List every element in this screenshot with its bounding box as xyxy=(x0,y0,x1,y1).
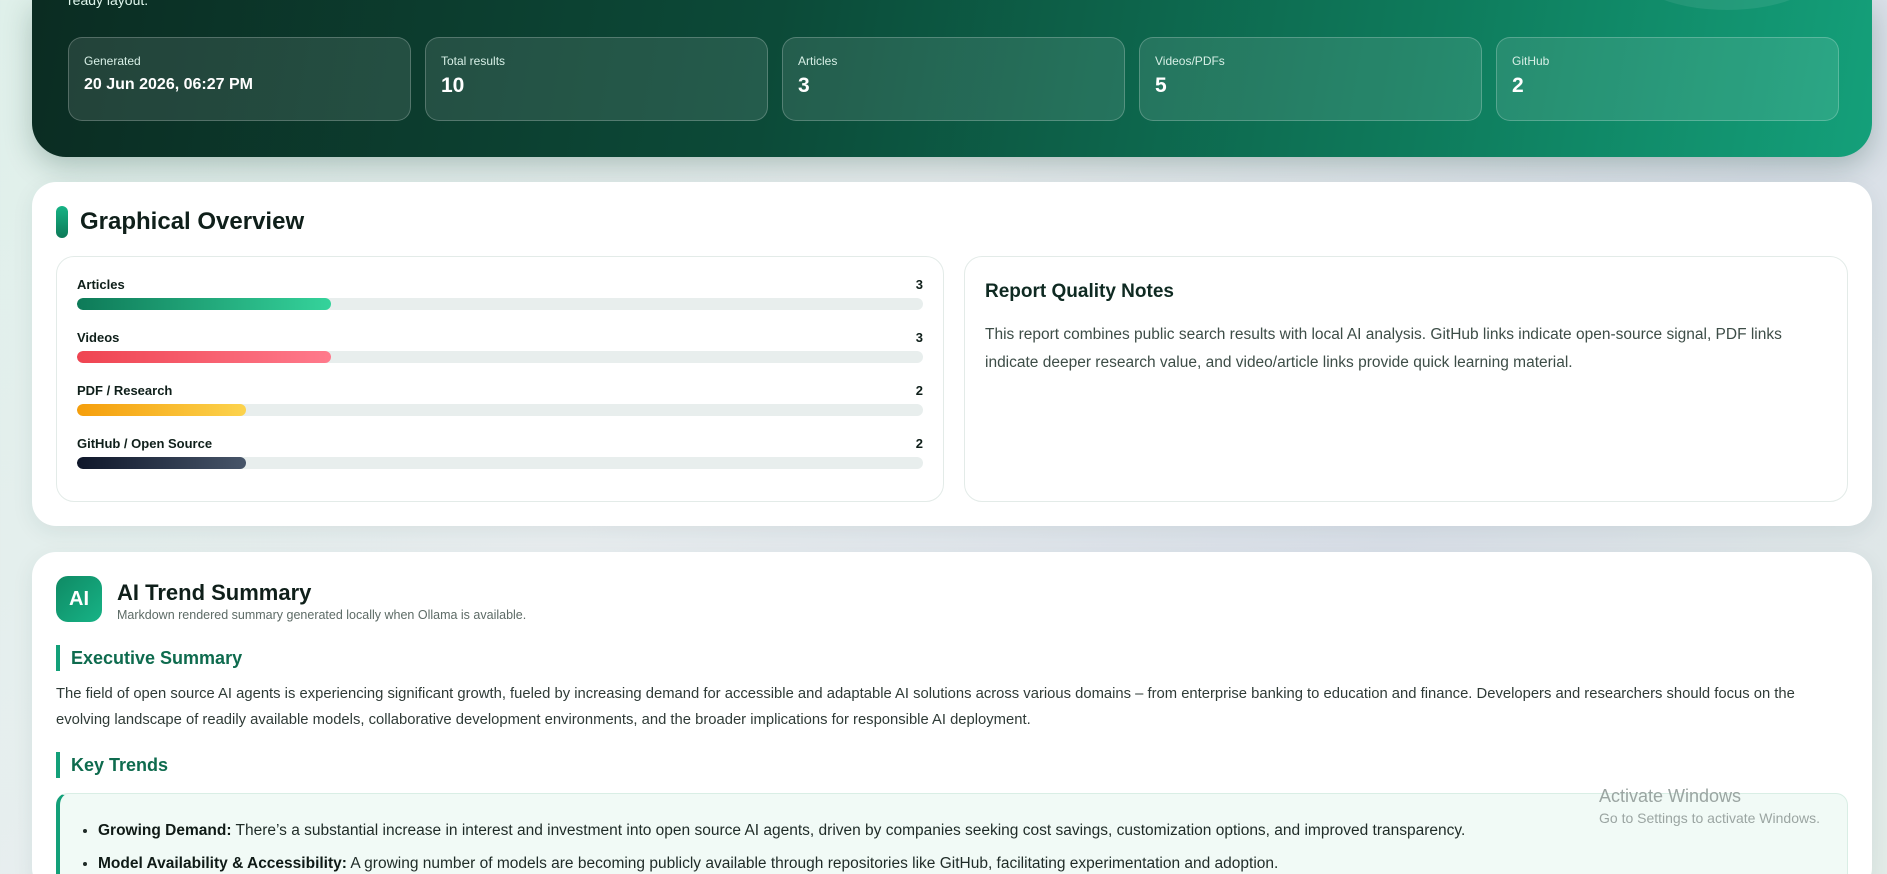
stat-card-videos-pdfs: Videos/PDFs 5 xyxy=(1139,37,1482,121)
stat-label: GitHub xyxy=(1512,54,1550,68)
stat-value: 3 xyxy=(798,74,810,97)
stat-label: Videos/PDFs xyxy=(1155,54,1225,68)
ai-badge-icon: AI xyxy=(56,576,102,622)
bar-label: Articles xyxy=(77,277,125,292)
bar-count: 2 xyxy=(915,383,923,398)
bar-fill-articles xyxy=(77,298,331,310)
hero-decoration xyxy=(1622,0,1832,10)
stat-label: Articles xyxy=(798,54,838,68)
stat-card-total-results: Total results 10 xyxy=(425,37,768,121)
bar-fill-pdf-research xyxy=(77,404,247,416)
bar-track xyxy=(77,298,923,310)
accent-bar xyxy=(56,206,68,238)
trend-text: A growing number of models are becoming … xyxy=(346,855,1279,872)
bar-fill-videos xyxy=(77,351,331,363)
report-hero: ready layout. Generated 20 Jun 2026, 06:… xyxy=(32,0,1872,157)
stat-value: 20 Jun 2026, 06:27 PM xyxy=(84,76,253,93)
executive-summary-heading: Executive Summary xyxy=(56,645,242,671)
stats-row: Generated 20 Jun 2026, 06:27 PM Total re… xyxy=(68,37,1839,121)
bar-label: GitHub / Open Source xyxy=(77,436,213,451)
executive-summary-text: The field of open source AI agents is ex… xyxy=(56,686,1795,728)
key-trends-heading: Key Trends xyxy=(56,752,168,778)
ai-trend-summary-panel: AI AI Trend Summary Markdown rendered su… xyxy=(32,552,1872,874)
bar-count: 3 xyxy=(915,277,923,292)
key-trends-list: Growing Demand: There’s a substantial in… xyxy=(56,793,1848,874)
bar-label: Videos xyxy=(77,330,120,345)
bar-count: 2 xyxy=(915,436,923,451)
bar-count: 3 xyxy=(915,330,923,345)
section-title: Graphical Overview xyxy=(80,208,305,235)
watermark-subtitle: Go to Settings to activate Windows. xyxy=(1599,810,1820,826)
stat-card-github: GitHub 2 xyxy=(1496,37,1839,121)
bar-label: PDF / Research xyxy=(77,383,173,398)
list-item: Growing Demand: There’s a substantial in… xyxy=(98,814,1827,847)
stat-card-generated: Generated 20 Jun 2026, 06:27 PM xyxy=(68,37,411,121)
category-bars-card: Articles 3 Videos 3 PDF / Research 2 Git… xyxy=(56,256,944,502)
stat-value: 5 xyxy=(1155,74,1167,97)
hero-description: ready layout. xyxy=(68,0,149,8)
stat-card-articles: Articles 3 xyxy=(782,37,1125,121)
trend-term: Model Availability & Accessibility: xyxy=(98,855,347,872)
summary-title: AI Trend Summary xyxy=(117,580,312,605)
windows-activation-watermark: Activate Windows Go to Settings to activ… xyxy=(1599,786,1820,826)
graphical-overview-panel: Graphical Overview Articles 3 Videos 3 P… xyxy=(32,182,1872,526)
stat-value: 2 xyxy=(1512,74,1524,97)
list-item: Model Availability & Accessibility: A gr… xyxy=(98,847,1827,874)
bar-row-articles: Articles 3 xyxy=(77,277,923,310)
trend-text: There’s a substantial increase in intere… xyxy=(231,822,1466,839)
notes-text: This report combines public search resul… xyxy=(985,326,1782,371)
bar-row-github-open-source: GitHub / Open Source 2 xyxy=(77,436,923,469)
stat-value: 10 xyxy=(441,74,465,97)
section-heading: Graphical Overview xyxy=(56,206,304,238)
bar-track xyxy=(77,404,923,416)
bar-track xyxy=(77,457,923,469)
summary-subtitle: Markdown rendered summary generated loca… xyxy=(117,608,527,622)
stat-label: Total results xyxy=(441,54,506,68)
bar-track xyxy=(77,351,923,363)
bar-row-videos: Videos 3 xyxy=(77,330,923,363)
watermark-title: Activate Windows xyxy=(1599,786,1742,806)
notes-title: Report Quality Notes xyxy=(985,281,1174,302)
report-quality-notes-card: Report Quality Notes This report combine… xyxy=(964,256,1848,502)
bar-fill-github-open-source xyxy=(77,457,247,469)
trend-term: Growing Demand: xyxy=(98,822,232,839)
bar-row-pdf-research: PDF / Research 2 xyxy=(77,383,923,416)
stat-label: Generated xyxy=(84,54,141,68)
